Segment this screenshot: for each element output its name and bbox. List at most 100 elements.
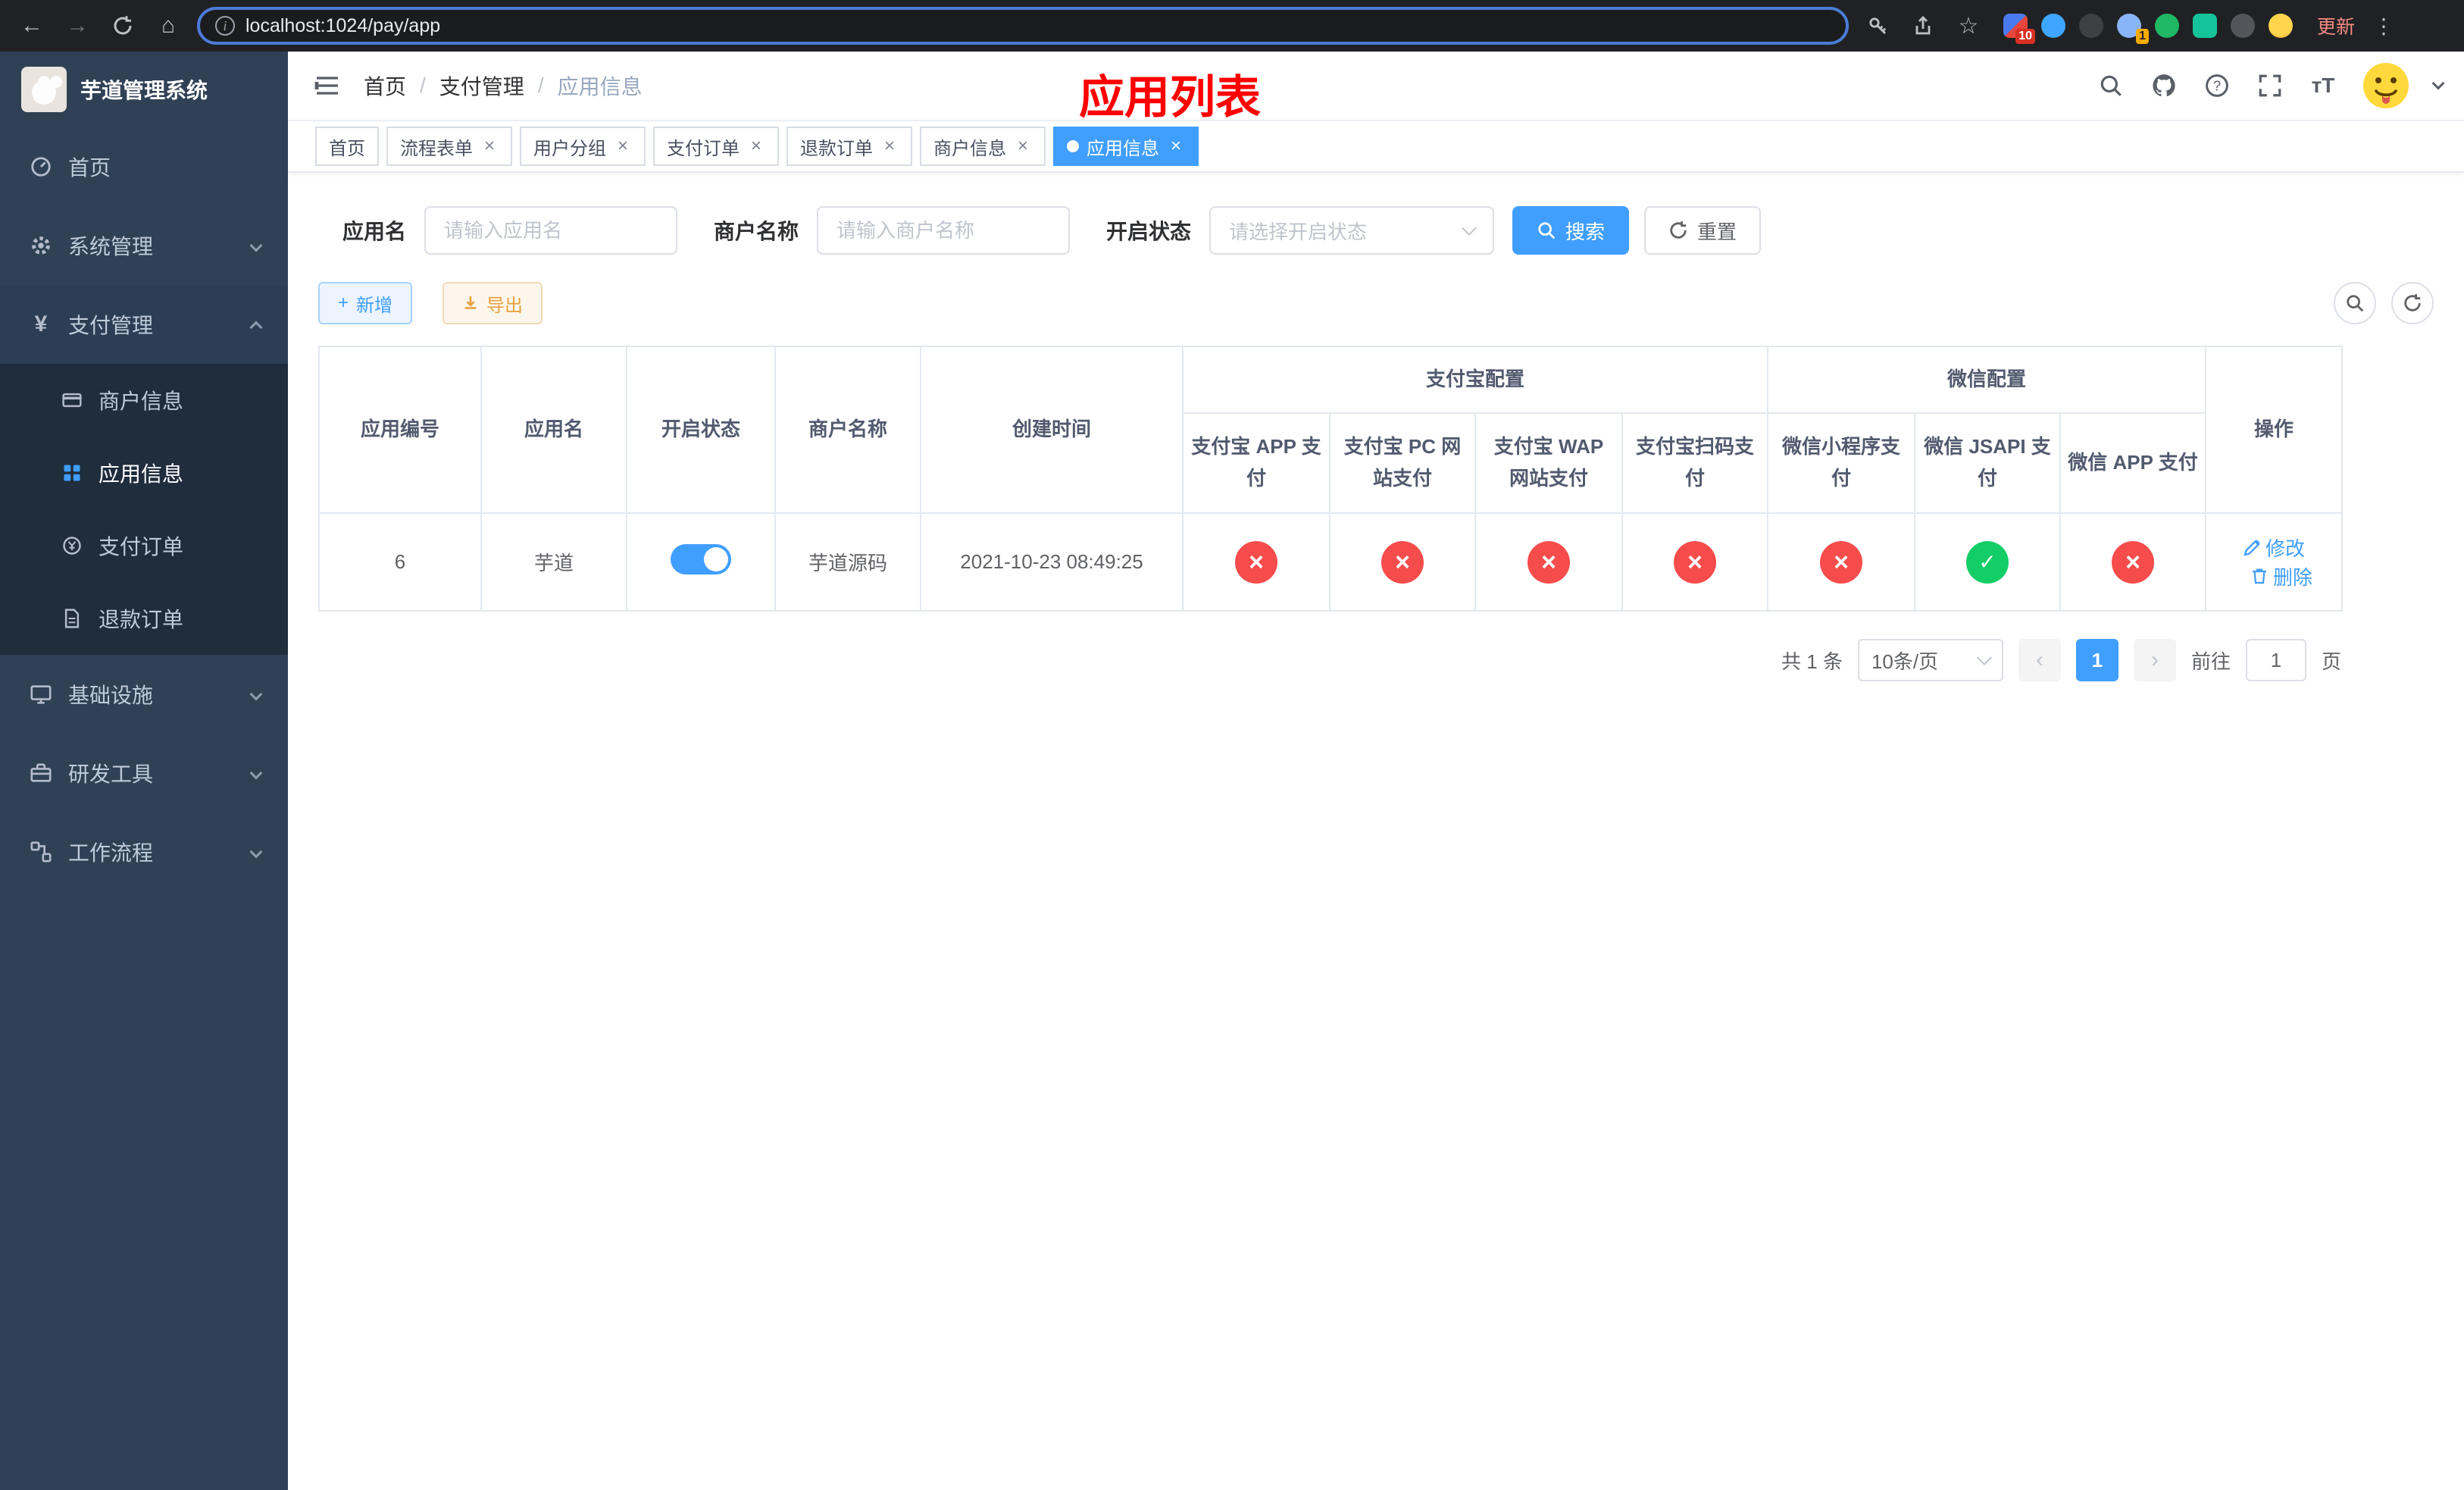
status-wechat-mini-icon <box>1820 540 1863 584</box>
font-size-icon[interactable]: ᴛT <box>2308 70 2338 101</box>
address-bar[interactable]: i localhost:1024/pay/app <box>197 7 1849 45</box>
extension-icon-6[interactable] <box>2193 14 2217 38</box>
extension-icon-4[interactable]: 1 <box>2117 14 2149 44</box>
user-avatar[interactable] <box>2361 61 2411 111</box>
extension-icon-3[interactable] <box>2079 14 2103 38</box>
delete-link[interactable]: 删除 <box>2250 562 2312 590</box>
site-info-icon[interactable]: i <box>215 16 235 36</box>
forward-icon[interactable]: → <box>61 9 94 42</box>
status-select-placeholder: 请选择开启状态 <box>1229 220 1368 243</box>
status-toggle[interactable] <box>671 544 731 574</box>
tab-process-form[interactable]: 流程表单 × <box>386 127 512 166</box>
col-wechat-mini: 微信小程序支付 <box>1767 412 1916 514</box>
export-button[interactable]: 导出 <box>442 282 543 324</box>
merchant-name-input[interactable] <box>817 206 1071 255</box>
cell-merchant: 芋道源码 <box>774 512 921 612</box>
sidebar-item-payment[interactable]: ¥ 支付管理 <box>0 285 288 364</box>
extension-icon-1[interactable]: 10 <box>2003 14 2035 44</box>
sidebar-item-pay-orders[interactable]: 支付订单 <box>0 509 288 582</box>
tab-merchant-info[interactable]: 商户信息 × <box>920 127 1046 166</box>
col-alipay-app: 支付宝 APP 支付 <box>1182 412 1330 514</box>
reset-button[interactable]: 重置 <box>1644 206 1762 255</box>
fullscreen-icon[interactable] <box>2255 70 2285 101</box>
reload-icon[interactable] <box>106 9 139 42</box>
url-text: localhost:1024/pay/app <box>245 14 441 36</box>
extension-icon-5[interactable] <box>2155 14 2179 38</box>
sidebar-item-system[interactable]: 系统管理 <box>0 206 288 285</box>
home-icon[interactable]: ⌂ <box>152 9 185 42</box>
breadcrumb-current: 应用信息 <box>557 75 643 99</box>
breadcrumb-payment[interactable]: 支付管理 <box>439 70 524 101</box>
status-select[interactable]: 请选择开启状态 <box>1209 206 1495 255</box>
page-title: 应用列表 <box>1079 72 1261 123</box>
tab-user-group[interactable]: 用户分组 × <box>520 127 646 166</box>
chevron-down-icon <box>1462 221 1477 236</box>
sidebar: 芋道管理系统 首页 系统管理 ¥ 支付管理 商户信息 应用信息 支付订单 退款订… <box>0 52 288 1490</box>
sidebar-item-app-info[interactable]: 应用信息 <box>0 437 288 509</box>
edit-link[interactable]: 修改 <box>2243 534 2305 562</box>
status-alipay-app-icon <box>1235 540 1277 584</box>
total-count: 共 1 条 <box>1781 650 1843 673</box>
sidebar-toggle-icon[interactable] <box>312 70 342 101</box>
status-wechat-app-icon <box>2112 540 2155 584</box>
sidebar-item-workflow[interactable]: 工作流程 <box>0 812 288 891</box>
bookmark-star-icon[interactable]: ☆ <box>1952 9 1985 42</box>
password-key-icon[interactable] <box>1861 9 1894 42</box>
close-icon[interactable]: × <box>480 137 499 155</box>
breadcrumb-home[interactable]: 首页 <box>364 70 406 101</box>
tab-app-info[interactable]: 应用信息 × <box>1053 127 1199 166</box>
extension-icon-7[interactable] <box>2231 14 2255 38</box>
sidebar-item-home[interactable]: 首页 <box>0 127 288 206</box>
refresh-button[interactable] <box>2391 282 2434 324</box>
app-name-input[interactable] <box>424 206 677 255</box>
sidebar-item-label: 应用信息 <box>98 462 184 486</box>
close-icon[interactable]: × <box>1167 137 1185 155</box>
tab-pay-orders[interactable]: 支付订单 × <box>653 127 779 166</box>
chevron-down-icon <box>1977 650 1992 665</box>
sidebar-item-refund-orders[interactable]: 退款订单 <box>0 582 288 655</box>
extension-emoji-icon[interactable] <box>2269 14 2293 38</box>
sidebar-item-label: 支付管理 <box>68 314 154 337</box>
goto-page-input[interactable] <box>2245 639 2306 681</box>
search-button[interactable]: 搜索 <box>1512 206 1630 255</box>
share-icon[interactable] <box>1906 9 1940 42</box>
close-icon[interactable]: × <box>747 137 765 155</box>
chevron-down-icon[interactable] <box>2431 77 2445 90</box>
chrome-update-button[interactable]: 更新 <box>2317 12 2355 39</box>
help-icon[interactable]: ? <box>2202 70 2232 101</box>
page-number-button[interactable]: 1 <box>2075 639 2118 681</box>
page-size-select[interactable]: 10条/页 <box>1857 639 2003 681</box>
main-area: 首页 / 支付管理 / 应用信息 应用列表 ? ᴛT 首页 流程表单 × 用户分… <box>288 52 2464 1490</box>
sidebar-item-infra[interactable]: 基础设施 <box>0 655 288 734</box>
sidebar-item-devtools[interactable]: 研发工具 <box>0 734 288 812</box>
tab-refund-orders[interactable]: 退款订单 × <box>786 127 912 166</box>
screen: ← → ⌂ i localhost:1024/pay/app ☆ 10 1 更新… <box>0 0 2464 1490</box>
logo-bar[interactable]: 芋道管理系统 <box>0 52 288 127</box>
chevron-down-icon <box>249 687 263 701</box>
cell-created: 2021-10-23 08:49:25 <box>920 512 1184 612</box>
col-alipay-wap: 支付宝 WAP 网站支付 <box>1474 412 1623 514</box>
back-icon[interactable]: ← <box>15 9 48 42</box>
next-page-button[interactable]: › <box>2133 639 2176 681</box>
add-button[interactable]: + 新增 <box>318 282 413 324</box>
reset-button-label: 重置 <box>1697 220 1737 243</box>
prev-page-button[interactable]: ‹ <box>2018 639 2061 681</box>
plus-icon: + <box>338 293 349 313</box>
tag-bar: 首页 流程表单 × 用户分组 × 支付订单 × 退款订单 × 商户信息 × 应用… <box>288 121 2464 173</box>
sidebar-item-label: 基础设施 <box>68 684 154 707</box>
sidebar-item-merchant-info[interactable]: 商户信息 <box>0 364 288 437</box>
extension-icon-2[interactable] <box>2041 14 2065 38</box>
chevron-down-icon <box>249 845 263 859</box>
close-icon[interactable]: × <box>614 137 632 155</box>
sidebar-item-label: 支付订单 <box>98 535 184 559</box>
edit-label: 修改 <box>2265 537 2306 560</box>
show-search-button[interactable] <box>2334 282 2376 324</box>
github-icon[interactable] <box>2149 70 2179 101</box>
close-icon[interactable]: × <box>880 137 899 155</box>
search-icon[interactable] <box>2096 70 2126 101</box>
close-icon[interactable]: × <box>1014 137 1032 155</box>
tab-home[interactable]: 首页 <box>315 127 379 166</box>
browser-menu-icon[interactable]: ⋮ <box>2373 14 2394 39</box>
monitor-icon <box>29 682 53 706</box>
export-button-label: 导出 <box>486 295 524 316</box>
